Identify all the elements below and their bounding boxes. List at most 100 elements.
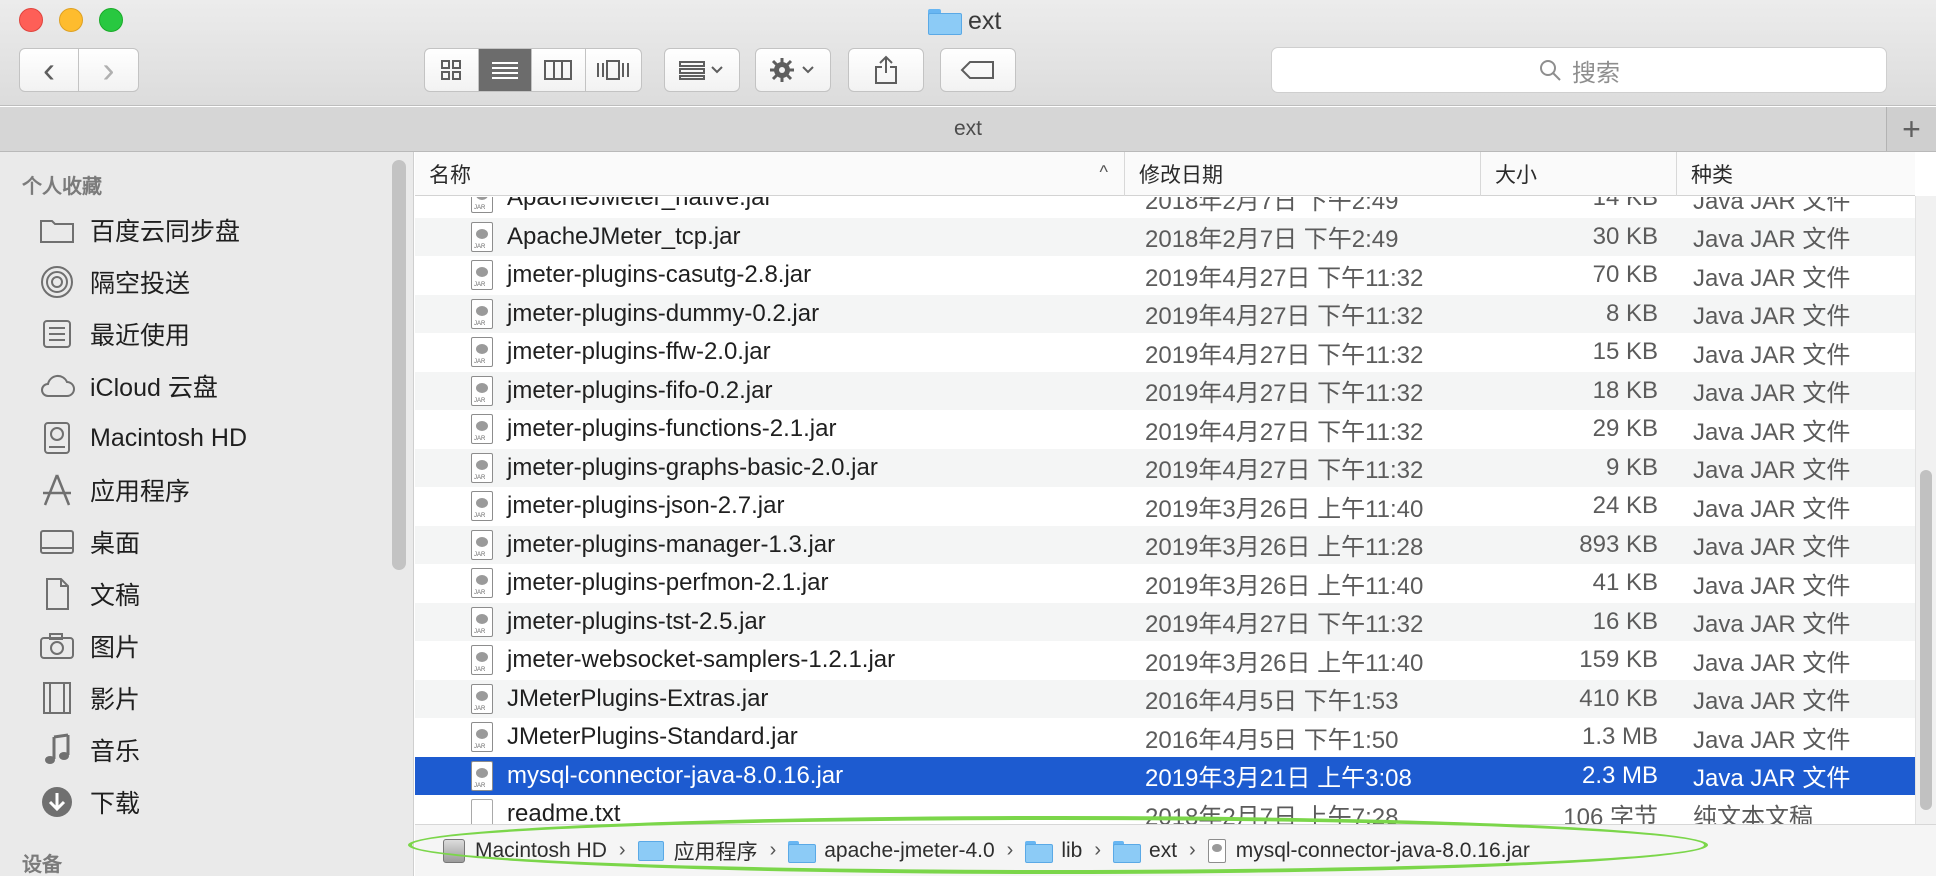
- file-kind: Java JAR 文件: [1693, 688, 1851, 715]
- file-kind: Java JAR 文件: [1693, 418, 1851, 446]
- sidebar-section-devices: 设备: [22, 854, 62, 876]
- file-row[interactable]: JMeterPlugins-Standard.jar 2016年4月5日 下午1:…: [415, 718, 1915, 756]
- sidebar-item-airdrop[interactable]: 隔空投送: [38, 261, 190, 303]
- action-menu-button[interactable]: [755, 48, 831, 92]
- file-row[interactable]: jmeter-plugins-graphs-basic-2.0.jar 2019年…: [415, 448, 1915, 487]
- gallery-view-button[interactable]: [586, 49, 641, 91]
- file-row[interactable]: jmeter-plugins-manager-1.3.jar 2019年3月26日…: [415, 525, 1915, 564]
- sidebar-scrollbar[interactable]: [392, 160, 406, 570]
- finder-window: ext ‹ › 搜索 ext + 个人收藏 百度云同步盘 隔空投送 最近使用 i…: [0, 0, 1936, 876]
- search-icon: [1540, 60, 1561, 81]
- icon-view-button[interactable]: [425, 49, 479, 91]
- scrollbar-thumb[interactable]: [1920, 470, 1932, 810]
- file-size: 15 KB: [1592, 338, 1658, 365]
- camera-icon: [38, 629, 76, 663]
- file-row[interactable]: jmeter-plugins-ffw-2.0.jar 2019年4月27日 下午1…: [415, 333, 1915, 371]
- file-kind: Java JAR 文件: [1693, 534, 1851, 561]
- file-size: 70 KB: [1592, 261, 1658, 288]
- file-size: 24 KB: [1592, 492, 1658, 519]
- column-view-button[interactable]: [532, 49, 586, 91]
- share-button[interactable]: [848, 48, 924, 92]
- toolbar: ext ‹ › 搜索: [0, 0, 1936, 106]
- file-row[interactable]: jmeter-plugins-json-2.7.jar 2019年3月26日 上午…: [415, 487, 1915, 525]
- file-row[interactable]: jmeter-plugins-dummy-0.2.jar 2019年4月27日 下…: [415, 294, 1915, 333]
- file-row[interactable]: jmeter-plugins-casutg-2.8.jar 2019年4月27日 …: [415, 256, 1915, 294]
- file-row[interactable]: jmeter-websocket-samplers-1.2.1.jar 2019年…: [415, 641, 1915, 679]
- path-item-macintosh-hd[interactable]: Macintosh HD: [443, 838, 607, 863]
- file-row[interactable]: mysql-connector-java-8.0.16.jar 2019年3月21…: [415, 756, 1915, 795]
- sidebar-item-icloud[interactable]: iCloud 云盘: [38, 365, 218, 407]
- file-row[interactable]: jmeter-plugins-fifo-0.2.jar 2019年4月27日 下午…: [415, 371, 1915, 410]
- file-name: jmeter-plugins-tst-2.5.jar: [507, 607, 766, 635]
- navigation-buttons: ‹ ›: [19, 48, 139, 92]
- file-size: 29 KB: [1592, 415, 1658, 442]
- file-row[interactable]: jmeter-plugins-perfmon-2.1.jar 2019年3月26日…: [415, 564, 1915, 602]
- file-list-scrollbar[interactable]: [1915, 196, 1936, 824]
- file-size: 106 字节: [1563, 803, 1658, 825]
- column-header-size[interactable]: 大小: [1481, 152, 1677, 196]
- path-item-ext[interactable]: ext: [1113, 839, 1177, 863]
- sidebar-item-music[interactable]: 音乐: [38, 729, 140, 771]
- airdrop-icon: [38, 265, 76, 299]
- path-item-applications[interactable]: 应用程序: [637, 836, 758, 866]
- file-row[interactable]: jmeter-plugins-tst-2.5.jar 2019年4月27日 下午1…: [415, 602, 1915, 641]
- sidebar-item-pictures[interactable]: 图片: [38, 625, 140, 667]
- column-header-date[interactable]: 修改日期: [1125, 152, 1481, 196]
- file-row[interactable]: JMeterPlugins-Extras.jar 2016年4月5日 下午1:53…: [415, 679, 1915, 718]
- path-item-apache-jmeter[interactable]: apache-jmeter-4.0: [788, 839, 995, 863]
- file-kind: Java JAR 文件: [1693, 765, 1851, 792]
- minimize-window-button[interactable]: [59, 8, 83, 32]
- folder-icon: [788, 840, 817, 863]
- file-size: 16 KB: [1592, 607, 1658, 635]
- file-name: jmeter-plugins-functions-2.1.jar: [507, 415, 837, 442]
- file-size: 8 KB: [1605, 299, 1658, 327]
- tab-ext[interactable]: ext: [954, 117, 982, 141]
- search-field[interactable]: 搜索: [1271, 47, 1887, 93]
- sidebar-item-documents[interactable]: 文稿: [38, 573, 140, 615]
- jar-file-icon: [471, 722, 493, 752]
- cover-flow-icon: [597, 60, 630, 80]
- file-row[interactable]: ApacheJMeter_native.jar 2018年2月7日 下午2:49 1…: [415, 197, 1915, 217]
- sidebar-item-downloads[interactable]: 下载: [38, 781, 140, 823]
- file-kind: Java JAR 文件: [1693, 649, 1851, 677]
- file-date: 2016年4月5日 下午1:53: [1145, 688, 1399, 715]
- column-header-kind[interactable]: 种类: [1677, 152, 1915, 196]
- sidebar-item-applications[interactable]: 应用程序: [38, 469, 190, 511]
- file-name: JMeterPlugins-Standard.jar: [507, 723, 798, 750]
- file-name: mysql-connector-java-8.0.16.jar: [507, 761, 844, 789]
- edit-tags-button[interactable]: [940, 48, 1016, 92]
- back-button[interactable]: ‹: [20, 49, 80, 91]
- list-icon: [491, 62, 518, 79]
- forward-button[interactable]: ›: [79, 49, 138, 91]
- sidebar-item-recents[interactable]: 最近使用: [38, 313, 190, 355]
- file-name: jmeter-plugins-fifo-0.2.jar: [507, 376, 773, 404]
- path-bar: Macintosh HD › 应用程序 › apache-jmeter-4.0 …: [415, 824, 1936, 876]
- file-kind: Java JAR 文件: [1693, 380, 1851, 407]
- file-row[interactable]: readme.txt 2018年2月7日 上午7:28 106 字节 纯文本文稿: [415, 795, 1915, 824]
- sidebar-item-baidu[interactable]: 百度云同步盘: [38, 209, 240, 251]
- list-view-button[interactable]: [478, 49, 532, 91]
- column-header-name[interactable]: 名称 ^: [415, 152, 1125, 196]
- file-row[interactable]: ApacheJMeter_tcp.jar 2018年2月7日 下午2:49 30 K…: [415, 217, 1915, 256]
- group-by-button[interactable]: [664, 48, 740, 92]
- path-item-mysql-connector[interactable]: mysql-connector-java-8.0.16.jar: [1207, 838, 1530, 863]
- sidebar-item-macintosh-hd[interactable]: Macintosh HD: [38, 417, 247, 459]
- path-separator: ›: [1189, 839, 1196, 861]
- file-row[interactable]: jmeter-plugins-functions-2.1.jar 2019年4月2…: [415, 410, 1915, 448]
- file-date: 2019年3月26日 上午11:40: [1145, 649, 1424, 677]
- sidebar-item-desktop[interactable]: 桌面: [38, 521, 140, 563]
- new-tab-button[interactable]: +: [1886, 107, 1936, 151]
- file-kind: Java JAR 文件: [1693, 197, 1851, 215]
- file-kind: Java JAR 文件: [1693, 726, 1851, 754]
- path-separator: ›: [1094, 839, 1102, 861]
- sidebar-item-movies[interactable]: 影片: [38, 677, 140, 719]
- file-size: 1.3 MB: [1581, 723, 1658, 750]
- view-mode-switcher: [424, 48, 642, 92]
- columns-icon: [544, 60, 573, 80]
- file-date: 2019年3月26日 上午11:28: [1145, 534, 1424, 561]
- zoom-window-button[interactable]: [99, 8, 123, 32]
- path-item-lib[interactable]: lib: [1025, 839, 1082, 863]
- jar-file-icon: [471, 221, 493, 252]
- film-icon: [38, 681, 76, 715]
- close-window-button[interactable]: [19, 8, 43, 32]
